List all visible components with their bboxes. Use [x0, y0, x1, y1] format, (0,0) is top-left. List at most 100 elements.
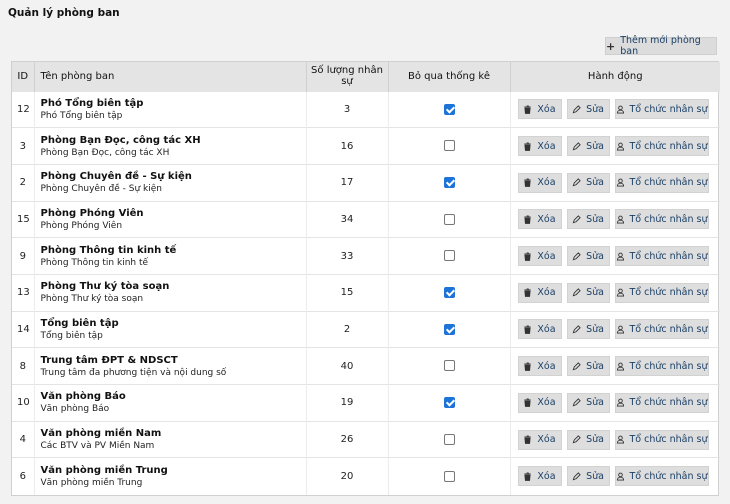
header-skip-stats: Bỏ qua thống kê	[388, 62, 511, 91]
organize-staff-button[interactable]: Tổ chức nhân sự	[614, 319, 709, 340]
edit-button[interactable]: Sửa	[566, 209, 610, 230]
delete-button[interactable]: Xóa	[517, 209, 562, 230]
row-id: 8	[12, 347, 35, 385]
delete-button[interactable]: Xóa	[517, 136, 562, 157]
delete-button[interactable]: Xóa	[517, 282, 562, 303]
row-id: 14	[12, 311, 35, 348]
delete-button[interactable]: Xóa	[517, 356, 562, 377]
organize-staff-button[interactable]: Tổ chức nhân sự	[614, 246, 709, 267]
table-row: 13 Phòng Thư ký tòa soạn Phòng Thư ký tò…	[12, 274, 720, 312]
organize-staff-button[interactable]: Tổ chức nhân sự	[614, 136, 709, 157]
skip-stats-cell	[388, 311, 511, 348]
user-icon	[616, 362, 624, 371]
organize-staff-label: Tổ chức nhân sự	[629, 177, 708, 189]
edit-button[interactable]: Sửa	[566, 172, 610, 193]
skip-stats-checkbox[interactable]	[443, 103, 455, 115]
staff-count: 33	[306, 237, 389, 275]
department-description: Phó Tổng biên tập	[40, 110, 123, 121]
organize-staff-button[interactable]: Tổ chức nhân sự	[614, 356, 709, 377]
skip-stats-checkbox[interactable]	[443, 213, 455, 225]
pencil-icon	[572, 472, 581, 481]
user-icon	[616, 288, 624, 297]
skip-stats-checkbox[interactable]	[443, 140, 455, 152]
organize-staff-button[interactable]: Tổ chức nhân sự	[614, 429, 709, 450]
actions-cell: Xóa Sửa Tổ chức nhân sự	[510, 164, 720, 201]
organize-staff-label: Tổ chức nhân sự	[629, 360, 708, 372]
edit-button[interactable]: Sửa	[566, 246, 610, 267]
add-department-label: Thêm mới phòng ban	[620, 35, 701, 57]
trash-icon	[524, 215, 532, 224]
organize-staff-button[interactable]: Tổ chức nhân sự	[614, 282, 709, 303]
department-name: Phòng Thư ký tòa soạn	[40, 281, 170, 293]
skip-stats-checkbox[interactable]	[443, 433, 455, 445]
pencil-icon	[572, 251, 581, 260]
staff-count: 19	[306, 384, 389, 422]
add-department-button[interactable]: + Thêm mới phòng ban	[605, 35, 717, 57]
skip-stats-checkbox[interactable]	[443, 360, 455, 372]
skip-stats-checkbox[interactable]	[443, 250, 455, 262]
edit-button[interactable]: Sửa	[566, 319, 610, 340]
skip-stats-checkbox[interactable]	[443, 470, 455, 482]
organize-staff-button[interactable]: Tổ chức nhân sự	[614, 392, 709, 413]
edit-button[interactable]: Sửa	[566, 356, 610, 377]
row-id: 10	[12, 384, 35, 422]
delete-button[interactable]: Xóa	[517, 319, 562, 340]
row-name-cell: Văn phòng Báo Văn phòng Báo	[34, 384, 307, 422]
department-name: Văn phòng Báo	[40, 391, 126, 403]
actions-cell: Xóa Sửa Tổ chức nhân sự	[510, 311, 720, 348]
trash-icon	[524, 178, 532, 188]
delete-label: Xóa	[537, 470, 556, 482]
organize-staff-button[interactable]: Tổ chức nhân sự	[614, 99, 709, 120]
delete-label: Xóa	[537, 250, 556, 262]
delete-button[interactable]: Xóa	[517, 246, 562, 267]
edit-button[interactable]: Sửa	[566, 466, 610, 487]
user-icon	[616, 435, 624, 444]
edit-button[interactable]: Sửa	[566, 99, 610, 120]
user-icon	[616, 215, 624, 224]
trash-icon	[524, 105, 532, 114]
skip-stats-checkbox[interactable]	[443, 176, 455, 188]
skip-stats-checkbox[interactable]	[443, 397, 455, 409]
row-id: 6	[12, 457, 35, 495]
actions-cell: Xóa Sửa Tổ chức nhân sự	[510, 238, 720, 275]
skip-stats-checkbox[interactable]	[443, 323, 455, 335]
edit-button[interactable]: Sửa	[566, 282, 610, 303]
row-id: 13	[12, 274, 35, 312]
organize-staff-label: Tổ chức nhân sự	[629, 287, 708, 299]
trash-icon	[524, 325, 532, 334]
delete-button[interactable]: Xóa	[517, 172, 562, 193]
skip-stats-cell	[388, 274, 511, 312]
organize-staff-button[interactable]: Tổ chức nhân sự	[614, 172, 709, 193]
row-name-cell: Tổng biên tập Tổng biên tập	[34, 311, 307, 348]
delete-button[interactable]: Xóa	[517, 429, 562, 450]
delete-label: Xóa	[537, 287, 556, 299]
organize-staff-label: Tổ chức nhân sự	[629, 250, 708, 262]
organize-staff-button[interactable]: Tổ chức nhân sự	[614, 466, 709, 487]
organize-staff-label: Tổ chức nhân sự	[629, 213, 708, 225]
user-icon	[616, 472, 624, 481]
actions-cell: Xóa Sửa Tổ chức nhân sự	[510, 91, 720, 128]
row-name-cell: Trung tâm ĐPT & NDSCT Trung tâm đa phươn…	[34, 347, 307, 385]
pencil-icon	[572, 288, 581, 297]
delete-button[interactable]: Xóa	[517, 466, 562, 487]
edit-label: Sửa	[586, 434, 604, 446]
edit-button[interactable]: Sửa	[566, 136, 610, 157]
skip-stats-cell	[388, 201, 511, 238]
delete-button[interactable]: Xóa	[517, 392, 562, 413]
delete-button[interactable]: Xóa	[517, 99, 562, 120]
delete-label: Xóa	[537, 177, 556, 189]
plus-icon: +	[606, 39, 616, 53]
actions-cell: Xóa Sửa Tổ chức nhân sự	[510, 348, 720, 385]
edit-button[interactable]: Sửa	[566, 392, 610, 413]
skip-stats-checkbox[interactable]	[443, 287, 455, 299]
pencil-icon	[572, 215, 581, 224]
staff-count: 34	[306, 201, 389, 238]
actions-cell: Xóa Sửa Tổ chức nhân sự	[510, 421, 720, 458]
table-row: 8 Trung tâm ĐPT & NDSCT Trung tâm đa phư…	[12, 347, 720, 385]
department-name: Phòng Bạn Đọc, công tác XH	[40, 134, 201, 146]
organize-staff-button[interactable]: Tổ chức nhân sự	[614, 209, 709, 230]
user-icon	[616, 398, 624, 407]
edit-button[interactable]: Sửa	[566, 429, 610, 450]
row-id: 9	[12, 237, 35, 275]
table-row: 3 Phòng Bạn Đọc, công tác XH Phòng Bạn Đ…	[12, 127, 720, 165]
